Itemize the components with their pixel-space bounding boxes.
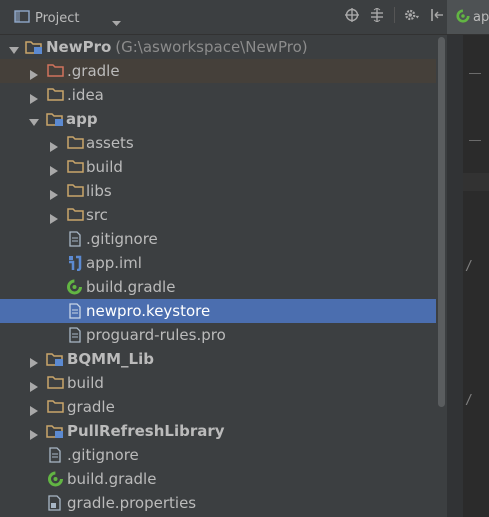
folder-icon — [47, 399, 64, 418]
project-view-icon — [14, 8, 30, 28]
hide-icon[interactable] — [429, 7, 445, 23]
collapse-all-icon[interactable] — [369, 7, 385, 23]
code-fragment: / — [465, 259, 473, 274]
folder-icon — [47, 87, 64, 106]
tree-row-libs[interactable]: libs — [0, 179, 436, 203]
tree-label: libs — [86, 182, 112, 200]
tree-row-root-gradle[interactable]: gradle — [0, 395, 436, 419]
properties-file-icon — [48, 495, 62, 515]
tree-label: .gradle — [67, 62, 120, 80]
gradle-file-icon — [67, 279, 82, 299]
tree-label: newpro.keystore — [86, 302, 211, 320]
tree-label: src — [86, 206, 108, 224]
collapsed-arrow-icon[interactable] — [50, 162, 59, 180]
gradle-file-icon — [456, 8, 470, 27]
tree-row-proguard-rules[interactable]: proguard-rules.pro — [0, 323, 436, 347]
module-folder-icon — [46, 111, 64, 131]
collapsed-arrow-icon[interactable] — [30, 426, 39, 444]
fold-marker — [469, 73, 481, 74]
folder-icon — [67, 183, 84, 202]
tree-row-assets[interactable]: assets — [0, 131, 436, 155]
tree-label: proguard-rules.pro — [86, 326, 226, 344]
module-folder-icon — [46, 423, 64, 443]
tree-row-root-build[interactable]: build — [0, 371, 436, 395]
tree-row-src[interactable]: src — [0, 203, 436, 227]
collapsed-arrow-icon[interactable] — [50, 186, 59, 204]
folder-icon — [67, 207, 84, 226]
tree-label: build — [86, 158, 123, 176]
tree-vertical-scrollbar[interactable] — [436, 35, 447, 517]
tree-row-root-gitignore[interactable]: .gitignore — [0, 443, 436, 467]
tree-label: build.gradle — [67, 470, 157, 488]
collapsed-arrow-icon[interactable] — [50, 138, 59, 156]
tree-label: .gitignore — [86, 230, 158, 248]
tree-label: gradle.properties — [67, 494, 197, 512]
tree-row-dot-idea[interactable]: .idea — [0, 83, 436, 107]
tree-label: .gitignore — [67, 446, 139, 464]
editor-tab[interactable]: ap — [447, 0, 489, 35]
tree-label: .idea — [67, 86, 104, 104]
tree-label: PullRefreshLibrary — [67, 422, 225, 440]
expand-arrow-icon[interactable] — [29, 114, 39, 132]
fold-marker — [469, 140, 481, 141]
folder-icon — [47, 375, 64, 394]
tree-row-newpro-keystore[interactable]: newpro.keystore — [0, 299, 436, 323]
text-file-icon — [49, 447, 61, 467]
tree-row-app-gitignore[interactable]: .gitignore — [0, 227, 436, 251]
scrollbar-thumb[interactable] — [438, 37, 445, 407]
text-file-icon — [69, 327, 81, 347]
tree-label: app — [66, 110, 98, 128]
code-fragment: / — [465, 393, 473, 408]
editor-gutter — [447, 35, 463, 517]
collapsed-arrow-icon[interactable] — [30, 378, 39, 396]
tree-label: build — [67, 374, 104, 392]
iml-file-icon — [68, 255, 82, 275]
tree-label: NewPro (G:\asworkspace\NewPro) — [46, 38, 308, 56]
project-toolbar: Project — [0, 0, 447, 35]
folder-icon — [47, 63, 64, 82]
tree-row-app-build[interactable]: build — [0, 155, 436, 179]
gear-icon[interactable] — [404, 7, 420, 23]
editor-area[interactable]: ap / / — [447, 0, 489, 517]
tree-label: assets — [86, 134, 134, 152]
module-folder-icon — [25, 39, 43, 59]
editor-tab-label: ap — [473, 9, 489, 25]
tree-row-dot-gradle[interactable]: .gradle — [0, 59, 436, 83]
tree-row-pullrefreshlibrary[interactable]: PullRefreshLibrary — [0, 419, 436, 443]
tree-row-root-build-gradle[interactable]: build.gradle — [0, 467, 436, 491]
scroll-from-source-icon[interactable] — [344, 7, 360, 23]
gradle-file-icon — [48, 471, 63, 491]
tree-row-gradle-properties[interactable]: gradle.properties — [0, 491, 436, 515]
tree-label: app.iml — [86, 254, 142, 272]
tree-row-app[interactable]: app — [0, 107, 436, 131]
collapsed-arrow-icon[interactable] — [50, 210, 59, 228]
project-path-hint: (G:\asworkspace\NewPro) — [115, 38, 308, 56]
text-file-icon — [69, 303, 81, 323]
tree-label: build.gradle — [86, 278, 176, 296]
tree-label: gradle — [67, 398, 115, 416]
tree-row-app-build-gradle[interactable]: build.gradle — [0, 275, 436, 299]
current-line-highlight — [463, 173, 489, 191]
tree-row-newpro[interactable]: NewPro (G:\asworkspace\NewPro) — [0, 35, 436, 59]
expand-arrow-icon[interactable] — [9, 42, 19, 60]
collapsed-arrow-icon[interactable] — [30, 354, 39, 372]
collapsed-arrow-icon[interactable] — [30, 90, 39, 108]
tree-label: BQMM_Lib — [67, 350, 154, 368]
tree-row-bqmm-lib[interactable]: BQMM_Lib — [0, 347, 436, 371]
collapsed-arrow-icon[interactable] — [30, 66, 39, 84]
text-file-icon — [69, 231, 81, 251]
project-tree[interactable]: NewPro (G:\asworkspace\NewPro) .gradle .i… — [0, 35, 436, 515]
toolbar-separator — [394, 7, 395, 23]
project-view-title[interactable]: Project — [35, 11, 79, 26]
module-folder-icon — [46, 351, 64, 371]
tree-row-app-iml[interactable]: app.iml — [0, 251, 436, 275]
folder-icon — [67, 135, 84, 154]
collapsed-arrow-icon[interactable] — [30, 402, 39, 420]
view-dropdown-arrow-icon[interactable] — [112, 12, 121, 31]
folder-icon — [67, 159, 84, 178]
